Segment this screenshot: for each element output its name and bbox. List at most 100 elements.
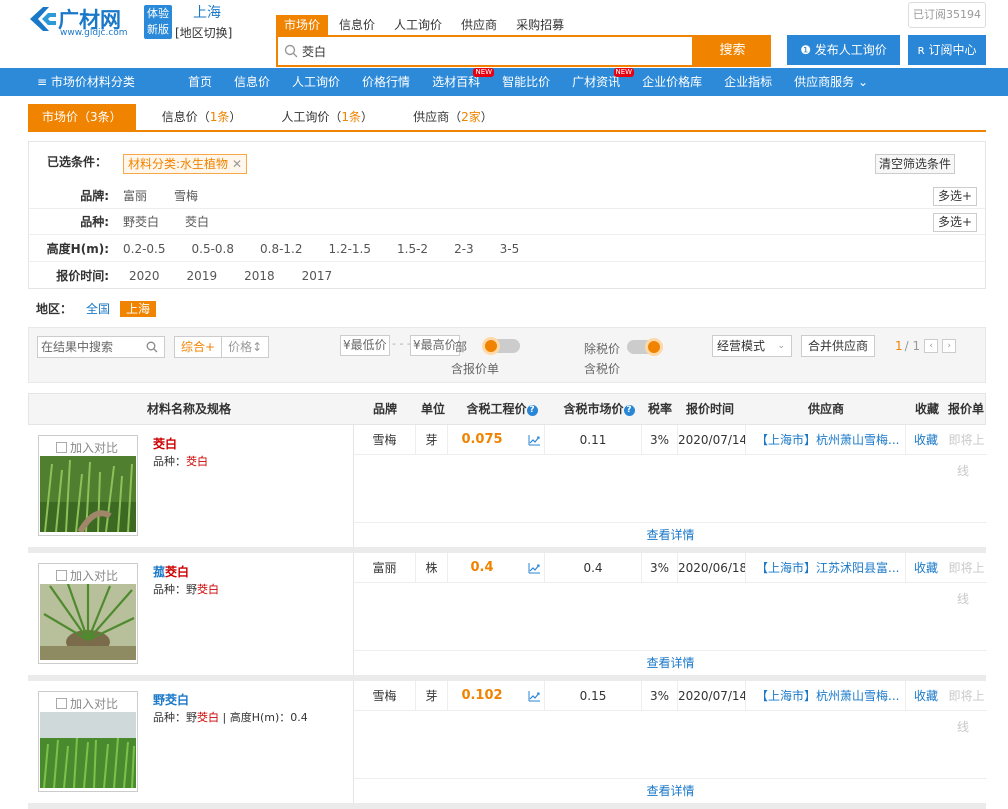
- search-tab-procurement[interactable]: 采购招募: [508, 15, 572, 35]
- variety-multi-select-button[interactable]: 多选+: [932, 213, 977, 232]
- max-price-input[interactable]: ¥最高价: [410, 335, 460, 356]
- business-mode-select[interactable]: 经营模式 ⌄: [712, 335, 792, 357]
- filter-row-quote-time: 报价时间: 2020 2019 2018 2017: [29, 263, 985, 289]
- filter-row-selected: 已选条件： 材料分类:水生植物 ✕ 清空筛选条件: [29, 149, 985, 179]
- quote-time-option[interactable]: 2020: [129, 263, 160, 289]
- product-thumbnail[interactable]: [40, 456, 136, 532]
- prev-page-icon[interactable]: ‹: [924, 339, 939, 353]
- view-details-link[interactable]: 查看详情: [354, 522, 987, 547]
- search-tab-manual-inquiry[interactable]: 人工询价: [386, 15, 450, 35]
- sort-control: 综合+ 价格↕: [174, 336, 270, 358]
- height-option[interactable]: 0.5-0.8: [192, 236, 235, 262]
- search-button[interactable]: 搜索: [694, 35, 771, 67]
- region-option-national[interactable]: 全国: [86, 300, 110, 317]
- sort-price-button[interactable]: 价格↕: [222, 337, 268, 357]
- compare-checkbox[interactable]: [56, 442, 67, 453]
- search-tab-market-price[interactable]: 市场价: [276, 15, 329, 35]
- nav-item[interactable]: 人工询价: [292, 68, 340, 96]
- result-tab-count: 1条: [341, 110, 362, 124]
- price-trend-icon[interactable]: [528, 562, 541, 574]
- clear-filters-button[interactable]: 清空筛选条件: [874, 154, 955, 174]
- search-input[interactable]: [302, 44, 682, 58]
- help-icon[interactable]: ?: [526, 405, 538, 416]
- nav-item[interactable]: 首页: [188, 68, 212, 96]
- height-option[interactable]: 1.2-1.5: [329, 236, 372, 262]
- height-option[interactable]: 1.5-2: [397, 236, 428, 262]
- supplier-link[interactable]: 【上海市】杭州萧山雪梅...: [746, 681, 906, 711]
- subscribe-center-button[interactable]: ʀ 订阅中心: [908, 35, 986, 65]
- quote-time-option[interactable]: 2019: [187, 263, 218, 289]
- height-option[interactable]: 3-5: [500, 236, 520, 262]
- result-tab-market-price[interactable]: 市场价（3条）: [28, 104, 136, 130]
- add-to-compare[interactable]: 加入对比: [56, 439, 118, 456]
- price-trend-icon[interactable]: [528, 434, 541, 446]
- item-name-link[interactable]: 野茭白: [153, 691, 189, 708]
- search-icon[interactable]: [146, 341, 158, 353]
- supplier-link[interactable]: 【上海市】杭州萧山雪梅...: [746, 425, 906, 455]
- favorite-link[interactable]: 收藏: [906, 425, 946, 455]
- price-trend-icon[interactable]: [528, 690, 541, 702]
- supplier-link[interactable]: 【上海市】江苏沭阳县富...: [746, 553, 906, 583]
- product-thumbnail[interactable]: [40, 584, 136, 660]
- nav-item[interactable]: 企业指标: [724, 68, 772, 96]
- view-details-link[interactable]: 查看详情: [354, 778, 987, 803]
- results-table-header: 材料名称及规格 品牌 单位 含税工程价? 含税市场价? 税率 报价时间 供应商 …: [28, 393, 986, 425]
- quote-time-option[interactable]: 2017: [302, 263, 333, 289]
- result-tab-info-price[interactable]: 信息价（1条）: [148, 104, 256, 130]
- nav-item[interactable]: 广材资讯 NEW: [572, 68, 635, 96]
- quote-time-option[interactable]: 2018: [244, 263, 275, 289]
- nav-item[interactable]: 价格行情: [362, 68, 410, 96]
- in-results-search-input[interactable]: 在结果中搜索: [37, 336, 165, 358]
- new-version-badge[interactable]: 体验新版: [144, 5, 172, 39]
- item-name-link[interactable]: 茭白: [153, 435, 177, 452]
- nav-item[interactable]: 供应商服务 ⌄: [794, 68, 868, 96]
- search-tab-info-price[interactable]: 信息价: [331, 15, 383, 35]
- variety-option[interactable]: 野茭白: [123, 209, 159, 235]
- price-row: 雪梅芽 0.075 0.11 3% 2020/07/14 【上海市】杭州萧山雪梅... 收藏…: [354, 425, 987, 455]
- height-option[interactable]: 0.8-1.2: [260, 236, 303, 262]
- nav-item[interactable]: 智能比价: [502, 68, 550, 96]
- search-tab-supplier[interactable]: 供应商: [453, 15, 505, 35]
- with-quote-partial-label: 部: [455, 340, 468, 354]
- chip-remove-icon[interactable]: ✕: [232, 157, 242, 171]
- with-quote-toggle[interactable]: [482, 337, 520, 355]
- logo-mark-icon: [30, 7, 56, 31]
- view-details-link[interactable]: 查看详情: [354, 650, 987, 675]
- tax-cell: 3%: [642, 553, 678, 583]
- date-cell: 2020/07/14: [678, 425, 746, 455]
- favorite-link[interactable]: 收藏: [906, 553, 946, 583]
- publish-inquiry-button[interactable]: ❶ 发布人工询价: [787, 35, 900, 65]
- help-icon[interactable]: ?: [623, 405, 635, 416]
- selected-filter-chip[interactable]: 材料分类:水生植物 ✕: [123, 154, 248, 174]
- chip-label: 材料分类:水生植物: [128, 157, 229, 171]
- favorite-link[interactable]: 收藏: [906, 681, 946, 711]
- product-thumbnail[interactable]: [40, 712, 136, 788]
- tax-toggle[interactable]: [627, 338, 663, 356]
- result-tab-supplier[interactable]: 供应商（2家）: [399, 104, 507, 130]
- region-label: 地区：: [36, 302, 73, 316]
- height-option[interactable]: 2-3: [454, 236, 474, 262]
- current-page: 1: [895, 339, 903, 353]
- region-option-shanghai[interactable]: 上海: [120, 300, 157, 317]
- compare-checkbox[interactable]: [56, 698, 67, 709]
- item-name-link[interactable]: 菰茭白: [153, 563, 189, 580]
- site-logo[interactable]: 广材网 www.gldjc.com 体验新版: [28, 4, 173, 44]
- nav-item[interactable]: 信息价: [234, 68, 270, 96]
- merge-suppliers-button[interactable]: 合并供应商: [801, 335, 875, 357]
- add-to-compare[interactable]: 加入对比: [56, 567, 118, 584]
- category-menu[interactable]: ≡ 市场价材料分类: [37, 68, 135, 96]
- sort-composite-button[interactable]: 综合+: [175, 337, 223, 357]
- nav-item[interactable]: 企业价格库: [642, 68, 702, 96]
- nav-item[interactable]: 选材百科 NEW: [432, 68, 495, 96]
- result-tab-manual-inquiry[interactable]: 人工询价（1条）: [267, 104, 387, 130]
- variety-option[interactable]: 茭白: [185, 209, 209, 235]
- next-page-icon[interactable]: ›: [942, 339, 957, 353]
- add-to-compare[interactable]: 加入对比: [56, 695, 118, 712]
- min-price-input[interactable]: ¥最低价: [340, 335, 390, 356]
- tax-excluded-label: 除税价: [584, 342, 621, 356]
- city-switch-link[interactable]: [地区切换]: [175, 24, 232, 41]
- compare-checkbox[interactable]: [56, 570, 67, 581]
- compare-label: 加入对比: [70, 569, 119, 583]
- height-option[interactable]: 0.2-0.5: [123, 236, 166, 262]
- height-filter-label: 高度H(m):: [46, 242, 109, 256]
